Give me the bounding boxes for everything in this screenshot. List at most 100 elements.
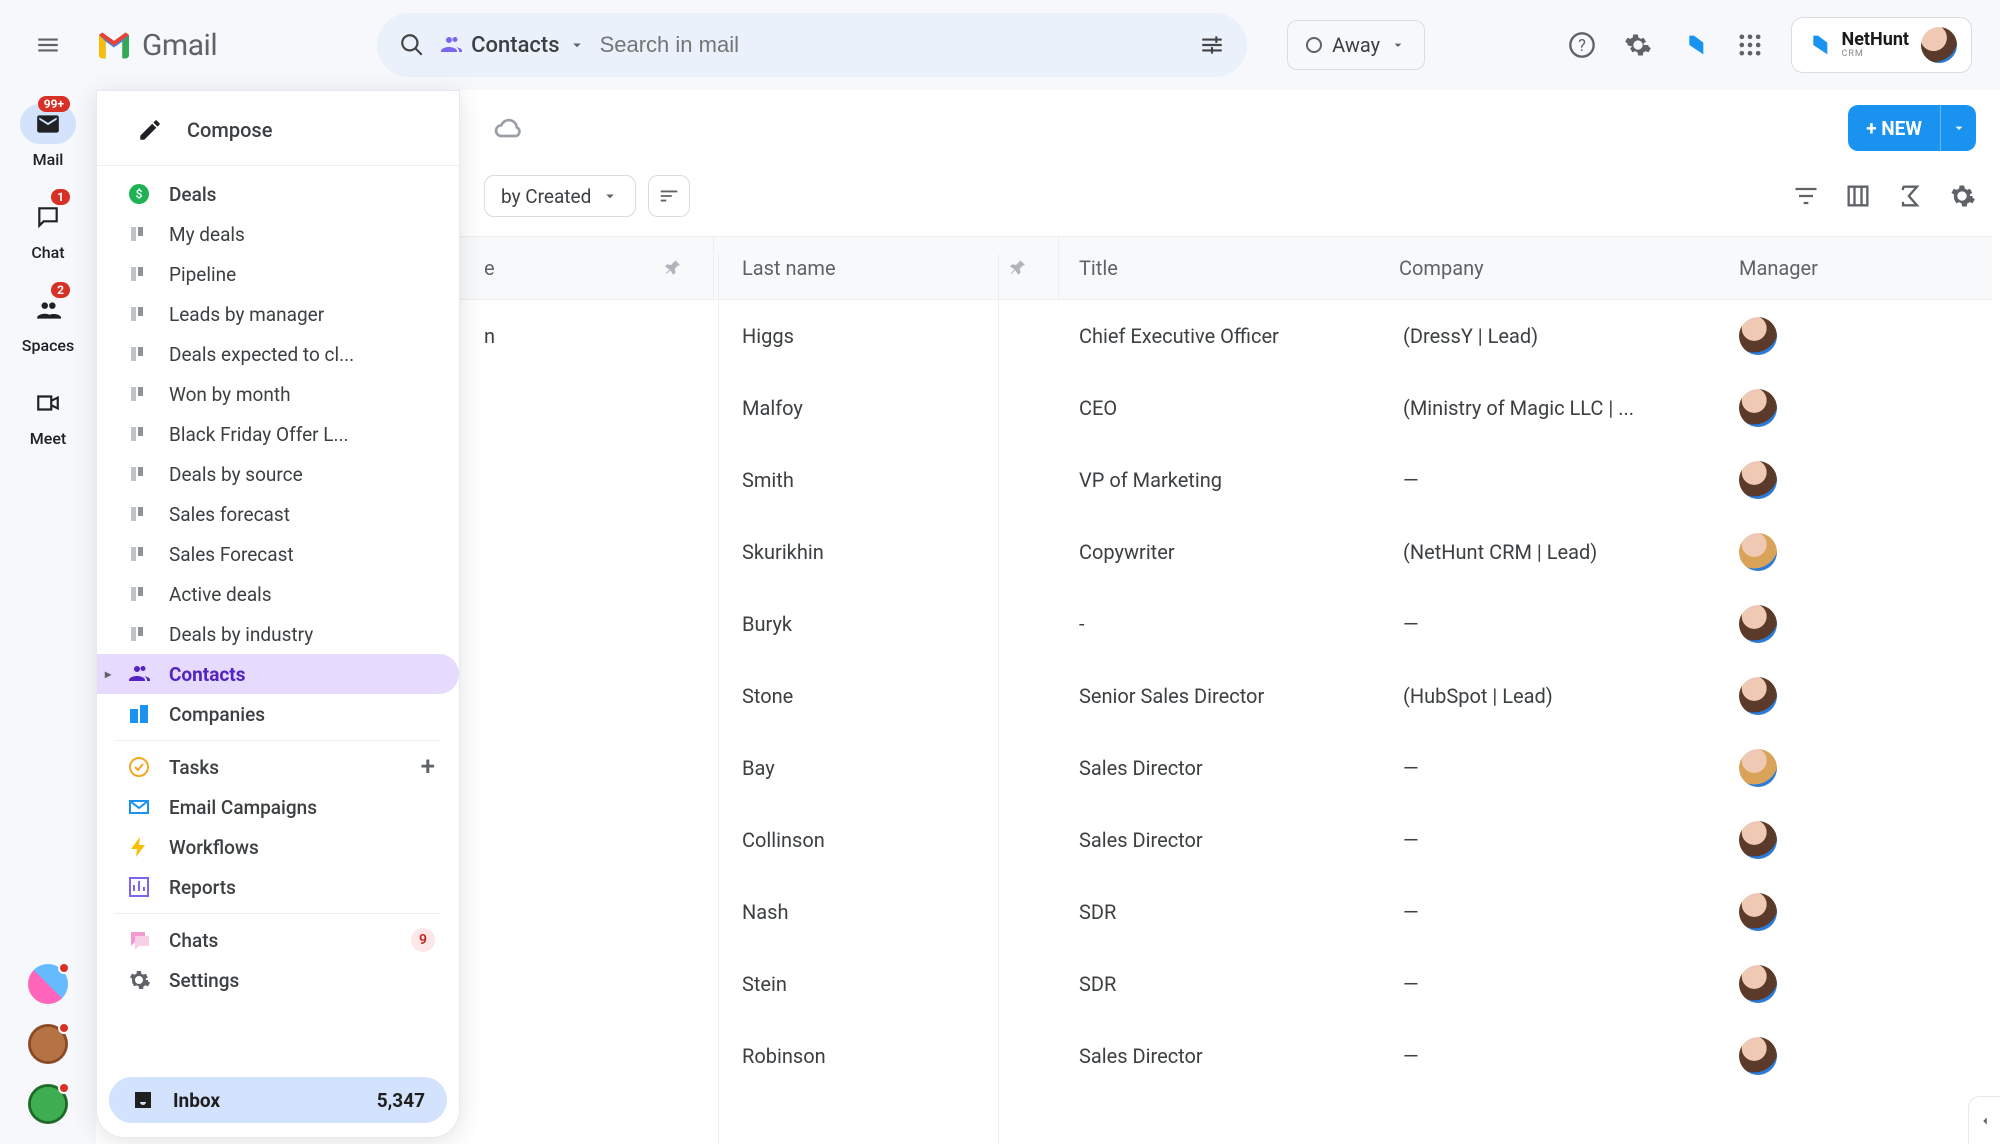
settings-gear-icon[interactable]	[1623, 30, 1653, 60]
col-last-name[interactable]: Last name	[714, 237, 1059, 299]
sort-dropdown[interactable]: by Created	[484, 175, 636, 217]
cell-manager	[1739, 965, 1999, 1003]
sidebar-chats[interactable]: Chats 9	[97, 920, 459, 960]
sidebar-deals-view[interactable]: Pipeline	[97, 254, 459, 294]
col-first-name[interactable]: e	[484, 237, 714, 299]
manager-avatar[interactable]	[1739, 317, 1777, 355]
manager-avatar[interactable]	[1739, 533, 1777, 571]
side-panel-toggle[interactable]	[1968, 1096, 2000, 1144]
menu-toggle-icon[interactable]	[28, 25, 68, 65]
header: Gmail Contacts Away ?	[0, 0, 2000, 90]
sidebar-deals-view[interactable]: Leads by manager	[97, 294, 459, 334]
expand-arrow-icon[interactable]: ▸	[105, 667, 111, 681]
new-button-label: + NEW	[1866, 117, 1922, 140]
new-button-dropdown[interactable]	[1940, 105, 1976, 151]
col-manager[interactable]: Manager	[1739, 237, 1999, 299]
sidebar-deals-view[interactable]: Sales Forecast	[97, 534, 459, 574]
sidebar-companies[interactable]: Companies	[97, 694, 459, 734]
companies-icon	[127, 702, 151, 726]
board-icon	[127, 462, 151, 486]
manager-avatar[interactable]	[1739, 605, 1777, 643]
cloud-sync-icon[interactable]	[492, 112, 524, 144]
sidebar-deals-view[interactable]: Deals by source	[97, 454, 459, 494]
col-title[interactable]: Title	[1059, 237, 1399, 299]
cell-company: —	[1399, 756, 1739, 780]
search-tune-icon[interactable]	[1199, 32, 1225, 58]
board-icon	[127, 582, 151, 606]
sidebar-deals-view[interactable]: Won by month	[97, 374, 459, 414]
sidebar-email-campaigns[interactable]: Email Campaigns	[97, 787, 459, 827]
nethunt-icon[interactable]	[1679, 30, 1709, 60]
cell-last-name: Malfoy	[714, 396, 1059, 420]
search-bar[interactable]: Contacts	[377, 13, 1247, 77]
sidebar-deals-view[interactable]: Black Friday Offer L...	[97, 414, 459, 454]
sidebar-deals-view[interactable]: Deals by industry	[97, 614, 459, 654]
cell-company: —	[1399, 612, 1739, 636]
rail-mail[interactable]: 99+ Mail	[20, 104, 76, 169]
profile-avatar[interactable]	[1919, 25, 1959, 65]
sidebar-workflows[interactable]: Workflows	[97, 827, 459, 867]
rail-chat[interactable]: 1 Chat	[20, 197, 76, 262]
rail-mail-label: Mail	[33, 150, 64, 169]
cell-title: SDR	[1059, 972, 1399, 996]
cell-last-name: Buryk	[714, 612, 1059, 636]
search-scope-chip[interactable]: Contacts	[439, 33, 585, 58]
cell-title: VP of Marketing	[1059, 468, 1399, 492]
inbox-label: Inbox	[173, 1089, 220, 1112]
manager-avatar[interactable]	[1739, 821, 1777, 859]
rail-bottom	[0, 964, 96, 1124]
pin-icon[interactable]	[665, 259, 683, 277]
manager-avatar[interactable]	[1739, 965, 1777, 1003]
rail-spaces[interactable]: 2 Spaces	[20, 290, 76, 355]
columns-icon[interactable]	[1844, 182, 1872, 210]
add-task-icon[interactable]: +	[421, 752, 435, 782]
sidebar-settings[interactable]: Settings	[97, 960, 459, 1000]
rail-space-avatar-1[interactable]	[28, 964, 68, 1004]
sidebar-deals-view[interactable]: Active deals	[97, 574, 459, 614]
view-settings-icon[interactable]	[1948, 182, 1976, 210]
gmail-logo[interactable]: Gmail	[94, 25, 217, 65]
cell-manager	[1739, 389, 1999, 427]
sidebar-inbox[interactable]: Inbox 5,347	[109, 1077, 447, 1123]
cell-company: (Ministry of Magic LLC | ...	[1399, 396, 1739, 420]
compose-button[interactable]: Compose	[97, 91, 459, 165]
inbox-count: 5,347	[377, 1089, 425, 1112]
cell-company: —	[1399, 900, 1739, 924]
sidebar-tasks[interactable]: Tasks +	[97, 747, 459, 787]
tasks-icon	[127, 755, 151, 779]
pin-icon[interactable]	[1010, 259, 1028, 277]
sidebar-deals[interactable]: $ Deals	[97, 174, 459, 214]
sidebar-deals-view[interactable]: Deals expected to cl...	[97, 334, 459, 374]
search-icon[interactable]	[399, 32, 425, 58]
rail-space-avatar-3[interactable]	[28, 1084, 68, 1124]
manager-avatar[interactable]	[1739, 749, 1777, 787]
cell-manager	[1739, 461, 1999, 499]
new-record-button[interactable]: + NEW	[1848, 105, 1976, 151]
sidebar-deals-view[interactable]: My deals	[97, 214, 459, 254]
manager-avatar[interactable]	[1739, 893, 1777, 931]
filter-icon[interactable]	[1792, 182, 1820, 210]
sort-label: by Created	[501, 185, 591, 208]
rail-meet[interactable]: Meet	[20, 383, 76, 448]
search-input[interactable]	[600, 32, 1186, 58]
col-company[interactable]: Company	[1399, 237, 1739, 299]
sigma-icon[interactable]	[1896, 182, 1924, 210]
manager-avatar[interactable]	[1739, 677, 1777, 715]
sidebar-contacts[interactable]: ▸ Contacts	[97, 654, 459, 694]
rail-meet-label: Meet	[30, 429, 66, 448]
sidebar-deals-view[interactable]: Sales forecast	[97, 494, 459, 534]
manager-avatar[interactable]	[1739, 1037, 1777, 1075]
cell-manager	[1739, 317, 1999, 355]
reports-icon	[127, 875, 151, 899]
help-icon[interactable]: ?	[1567, 30, 1597, 60]
rail-spaces-label: Spaces	[22, 336, 74, 355]
sidebar-reports[interactable]: Reports	[97, 867, 459, 907]
nethunt-badge[interactable]: NetHunt CRM	[1791, 17, 1972, 73]
apps-grid-icon[interactable]	[1735, 30, 1765, 60]
cell-last-name: Skurikhin	[714, 540, 1059, 564]
manager-avatar[interactable]	[1739, 389, 1777, 427]
sort-direction-button[interactable]	[648, 175, 690, 217]
rail-space-avatar-2[interactable]	[28, 1024, 68, 1064]
presence-status[interactable]: Away	[1287, 20, 1425, 70]
manager-avatar[interactable]	[1739, 461, 1777, 499]
